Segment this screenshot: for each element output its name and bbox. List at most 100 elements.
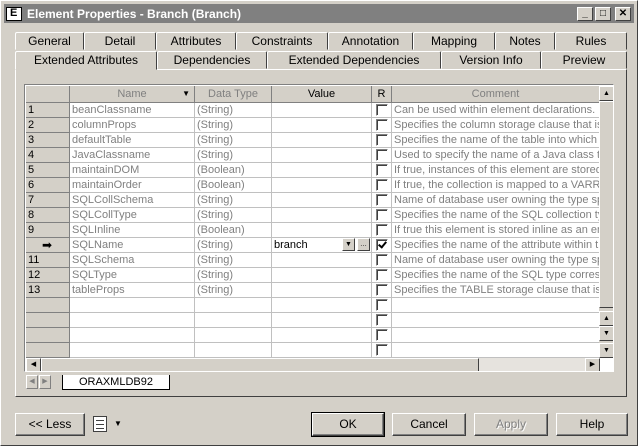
scroll-right-icon[interactable]: ▶ (585, 358, 600, 371)
r-checkbox[interactable] (376, 269, 388, 281)
vertical-scroll-thumb[interactable] (599, 101, 613, 308)
tab-mapping[interactable]: Mapping (413, 32, 495, 50)
empty-table-row[interactable] (26, 313, 600, 328)
r-cell[interactable] (372, 238, 392, 253)
row-number-cell[interactable] (26, 343, 70, 358)
tab-constraints[interactable]: Constraints (236, 32, 328, 50)
row-number-cell[interactable] (26, 328, 70, 343)
close-icon[interactable]: ✕ (615, 6, 631, 21)
scroll-up-icon[interactable]: ▲ (599, 311, 613, 326)
cancel-button[interactable]: Cancel (392, 413, 466, 436)
tab-general[interactable]: General (15, 32, 84, 50)
header-comment[interactable]: Comment (392, 86, 600, 103)
value-dropdown-icon[interactable]: ▼ (342, 238, 355, 251)
r-checkbox[interactable] (376, 209, 388, 221)
scroll-down-icon[interactable]: ▼ (599, 343, 613, 358)
header-data-type[interactable]: Data Type (195, 86, 272, 103)
tab-extended-dependencies[interactable]: Extended Dependencies (267, 51, 441, 69)
comment-cell[interactable]: Name of database user owning the type sp (392, 193, 600, 208)
value-cell[interactable] (272, 193, 372, 208)
row-number-cell[interactable] (26, 298, 70, 313)
scroll-down-icon[interactable]: ▼ (599, 326, 613, 341)
row-number-cell[interactable]: 1 (26, 103, 70, 118)
r-cell[interactable] (372, 163, 392, 178)
r-checkbox[interactable] (376, 164, 388, 176)
row-number-cell[interactable]: 13 (26, 283, 70, 298)
scroll-left-icon[interactable]: ◀ (26, 358, 41, 371)
row-number-cell[interactable]: 2 (26, 118, 70, 133)
comment-cell[interactable] (392, 298, 600, 313)
row-number-cell[interactable]: 4 (26, 148, 70, 163)
comment-cell[interactable]: Specifies the TABLE storage clause that … (392, 283, 600, 298)
value-cell[interactable]: branch ▼… (272, 238, 372, 253)
comment-cell[interactable]: Specifies the column storage clause that… (392, 118, 600, 133)
data-type-cell[interactable]: (String) (195, 148, 272, 163)
maximize-icon[interactable]: □ (595, 6, 611, 21)
name-cell[interactable] (70, 313, 195, 328)
r-checkbox[interactable] (376, 134, 388, 146)
data-type-cell[interactable]: (String) (195, 133, 272, 148)
comment-cell[interactable]: Specifies the name of the SQL type corre… (392, 268, 600, 283)
value-cell[interactable] (272, 163, 372, 178)
r-checkbox[interactable] (376, 179, 388, 191)
name-cell[interactable]: SQLName (70, 238, 195, 253)
horizontal-scroll-thumb[interactable] (41, 358, 479, 371)
title-bar[interactable]: Element Properties - Branch (Branch) _ □… (4, 4, 634, 23)
r-checkbox[interactable] (376, 284, 388, 296)
r-cell[interactable] (372, 118, 392, 133)
menu-icon[interactable] (93, 416, 107, 432)
name-cell[interactable]: JavaClassname (70, 148, 195, 163)
tab-dependencies[interactable]: Dependencies (157, 51, 267, 69)
name-cell[interactable] (70, 328, 195, 343)
r-checkbox[interactable] (376, 299, 388, 311)
comment-cell[interactable] (392, 343, 600, 358)
name-cell[interactable]: SQLType (70, 268, 195, 283)
data-type-cell[interactable] (195, 298, 272, 313)
row-number-cell[interactable]: 8 (26, 208, 70, 223)
sort-down-icon[interactable]: ▼ (182, 86, 190, 102)
name-cell[interactable]: columnProps (70, 118, 195, 133)
name-cell[interactable]: SQLCollSchema (70, 193, 195, 208)
data-type-cell[interactable]: (String) (195, 103, 272, 118)
row-number-cell[interactable] (26, 313, 70, 328)
tab-notes[interactable]: Notes (495, 32, 555, 50)
table-row[interactable]: 4 JavaClassname (String) Used to specify th… (26, 148, 600, 163)
row-number-cell[interactable]: 9 (26, 223, 70, 238)
value-cell[interactable] (272, 343, 372, 358)
value-cell[interactable] (272, 148, 372, 163)
r-checkbox[interactable] (376, 104, 388, 116)
header-r[interactable]: R (372, 86, 392, 103)
r-cell[interactable] (372, 193, 392, 208)
value-cell[interactable] (272, 313, 372, 328)
table-row[interactable]: 9 SQLInline (Boolean) If true this element … (26, 223, 600, 238)
r-checkbox[interactable] (376, 239, 388, 251)
menu-dropdown-icon[interactable]: ▼ (114, 419, 122, 428)
r-cell[interactable] (372, 343, 392, 358)
less-button[interactable]: << Less (15, 413, 85, 436)
minimize-icon[interactable]: _ (577, 6, 593, 21)
value-cell[interactable] (272, 328, 372, 343)
data-type-cell[interactable]: (String) (195, 268, 272, 283)
comment-cell[interactable]: Used to specify the name of a Java class… (392, 148, 600, 163)
comment-cell[interactable]: Specifies the name of the SQL collection… (392, 208, 600, 223)
table-row[interactable]: 12 SQLType (String) Specifies the name of t… (26, 268, 600, 283)
tab-detail[interactable]: Detail (84, 32, 156, 50)
value-cell[interactable] (272, 103, 372, 118)
comment-cell[interactable]: If true, instances of this element are s… (392, 163, 600, 178)
data-type-cell[interactable]: (String) (195, 283, 272, 298)
ok-button[interactable]: OK (311, 412, 385, 437)
tab-version-info[interactable]: Version Info (441, 51, 541, 69)
row-number-cell[interactable]: ➡ (26, 238, 70, 253)
name-cell[interactable]: tableProps (70, 283, 195, 298)
data-type-cell[interactable]: (String) (195, 238, 272, 253)
comment-cell[interactable]: Name of database user owning the type sp (392, 253, 600, 268)
table-row[interactable]: 11 SQLSchema (String) Name of database user… (26, 253, 600, 268)
data-type-cell[interactable] (195, 313, 272, 328)
tab-annotation[interactable]: Annotation (328, 32, 413, 50)
value-cell[interactable] (272, 253, 372, 268)
data-type-cell[interactable]: (String) (195, 208, 272, 223)
r-checkbox[interactable] (376, 224, 388, 236)
r-cell[interactable] (372, 103, 392, 118)
row-number-cell[interactable]: 3 (26, 133, 70, 148)
value-cell[interactable] (272, 283, 372, 298)
